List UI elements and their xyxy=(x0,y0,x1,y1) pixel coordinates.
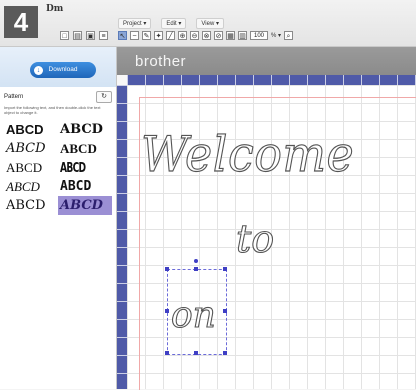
font-pattern-item[interactable]: ABCD xyxy=(4,158,58,177)
menu-bar: Project ▾ Edit ▾ View ▾ xyxy=(118,18,224,29)
refresh-icon[interactable]: ↻ xyxy=(96,91,112,103)
menu-view[interactable]: View ▾ xyxy=(196,18,224,29)
group-icon[interactable]: ⊕ xyxy=(178,31,187,40)
app-window: Dm Project ▾ Edit ▾ View ▾ □ ▤ ▣ ≡ ↖ ~ ✎… xyxy=(0,0,416,390)
resize-handle[interactable] xyxy=(194,351,198,355)
font-pattern-item[interactable]: ABCD xyxy=(58,177,112,196)
canvas-text-welcome[interactable]: Welcome xyxy=(140,125,354,183)
select-tool-icon[interactable]: ↖ xyxy=(118,31,127,40)
open-icon[interactable]: ▤ xyxy=(73,31,82,40)
resize-handle[interactable] xyxy=(165,309,169,313)
new-icon[interactable]: □ xyxy=(60,31,69,40)
shape-tool-icon[interactable]: ✦ xyxy=(154,31,163,40)
selection-box[interactable] xyxy=(167,269,227,355)
canvas-area: brother Welcome to on xyxy=(117,47,416,390)
resize-handle[interactable] xyxy=(223,351,227,355)
font-pattern-item-selected[interactable]: ABCD xyxy=(58,196,112,215)
app-logo: Dm xyxy=(46,4,64,14)
download-icon: ↓ xyxy=(34,66,43,75)
canvas-text-to[interactable]: to xyxy=(235,216,274,261)
zoom-dropdown[interactable]: % ▾ xyxy=(271,32,281,39)
resize-handle[interactable] xyxy=(165,351,169,355)
line-tool-icon[interactable]: ╱ xyxy=(166,31,175,40)
left-panel: Download ↓ Pattern ↻ Import the followin… xyxy=(0,47,117,389)
ungroup-icon[interactable]: ⊖ xyxy=(190,31,199,40)
brand-bar: brother xyxy=(117,47,416,75)
pattern-instruction: Import the following text, and then doub… xyxy=(4,105,101,115)
layout-icon[interactable]: ▥ xyxy=(238,31,247,40)
file-tools: □ ▤ ▣ ≡ xyxy=(60,31,108,40)
menu-project[interactable]: Project ▾ xyxy=(118,18,152,29)
weld-icon[interactable]: ⊗ xyxy=(202,31,211,40)
top-toolbar: Dm Project ▾ Edit ▾ View ▾ □ ▤ ▣ ≡ ↖ ~ ✎… xyxy=(0,0,416,47)
resize-handle[interactable] xyxy=(223,267,227,271)
font-pattern-item[interactable]: ABCD xyxy=(58,120,112,139)
edit-tools: ↖ ~ ✎ ✦ ╱ ⊕ ⊖ ⊗ ⊘ ▦ ▥ 100 % ▾ ⌕ xyxy=(118,31,294,40)
step-badge: 4 xyxy=(4,6,38,38)
print-icon[interactable]: ≡ xyxy=(99,31,108,40)
curve-tool-icon[interactable]: ~ xyxy=(130,31,139,40)
ruler-top-ticks xyxy=(127,75,416,85)
zoom-input[interactable]: 100 xyxy=(250,31,268,40)
menu-edit[interactable]: Edit ▾ xyxy=(161,18,187,29)
font-pattern-item[interactable]: ABCD xyxy=(60,159,86,177)
pen-tool-icon[interactable]: ✎ xyxy=(142,31,151,40)
font-pattern-item[interactable]: ABCD xyxy=(4,120,58,139)
resize-handle[interactable] xyxy=(223,309,227,313)
font-pattern-item[interactable]: ABCD xyxy=(58,139,112,158)
rotate-handle[interactable] xyxy=(194,259,198,263)
font-pattern-item[interactable]: ABCD xyxy=(4,196,58,215)
resize-handle[interactable] xyxy=(165,267,169,271)
download-label: Download xyxy=(48,66,78,73)
resize-handle[interactable] xyxy=(194,267,198,271)
font-pattern-item[interactable]: ABCD xyxy=(4,139,58,158)
ruler-left-ticks xyxy=(117,85,127,389)
grid-icon[interactable]: ▦ xyxy=(226,31,235,40)
brand-logo: brother xyxy=(135,53,187,70)
save-icon[interactable]: ▣ xyxy=(86,31,95,40)
pattern-header: Pattern xyxy=(4,94,24,100)
zoom-icon[interactable]: ⌕ xyxy=(284,31,294,40)
font-pattern-grid: ABCD ABCD ABCD ABCD ABCD ABCD ABCD ABCD … xyxy=(4,120,112,215)
font-pattern-item[interactable]: ABCD xyxy=(4,177,58,196)
delete-icon[interactable]: ⊘ xyxy=(214,31,223,40)
